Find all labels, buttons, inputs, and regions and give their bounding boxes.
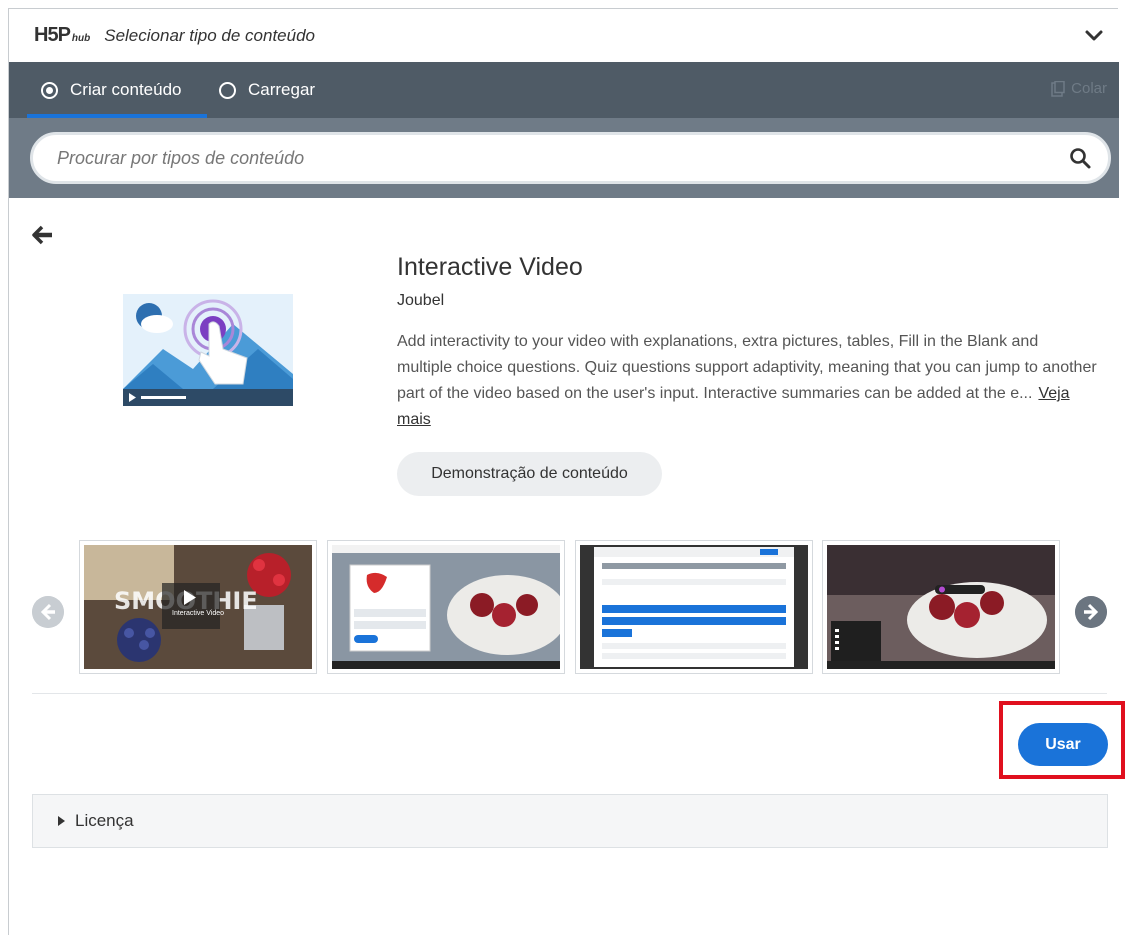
license-label: Licença — [75, 811, 134, 830]
paste-label: Colar — [1071, 80, 1107, 97]
search-icon[interactable] — [1068, 146, 1092, 170]
search-box — [30, 132, 1111, 184]
screenshot-smoothie-video[interactable]: SMOOTHIE Interactive Video — [79, 540, 317, 674]
carousel-next-icon[interactable] — [1075, 596, 1107, 628]
tab-bar: Criar conteúdo Carregar Colar — [9, 62, 1119, 118]
carousel-prev-icon[interactable] — [32, 596, 64, 628]
editor-form-image — [580, 545, 808, 669]
strawberry-question-image — [332, 545, 560, 669]
radio-unchecked-icon — [219, 81, 236, 99]
smoothie-video-image: SMOOTHIE — [84, 545, 312, 669]
screenshot-bookmarks-video[interactable] — [822, 540, 1060, 674]
license-panel[interactable]: Licença — [32, 794, 1108, 848]
tab-create-content-label: Criar conteúdo — [70, 80, 182, 99]
tab-create-content[interactable]: Criar conteúdo — [27, 62, 207, 118]
h5p-hub: H5P hub Selecionar tipo de conteúdo Criar… — [8, 8, 1125, 935]
tab-upload[interactable]: Carregar — [219, 62, 315, 118]
interactive-video-icon — [123, 294, 293, 406]
use-button[interactable]: Usar — [1018, 723, 1108, 766]
hub-title: Selecionar tipo de conteúdo — [104, 25, 315, 45]
content-title: Interactive Video — [397, 253, 583, 281]
tab-upload-label: Carregar — [248, 80, 316, 99]
radio-checked-icon — [41, 81, 58, 99]
content-owner: Joubel — [397, 292, 445, 309]
bookmarks-video-image — [827, 545, 1055, 669]
clipboard-icon — [1051, 80, 1065, 97]
smoothie-overlay-text: Interactive Video — [172, 610, 225, 617]
description-text: Add interactivity to your video with exp… — [397, 333, 1097, 402]
paste-button[interactable]: Colar — [1051, 80, 1107, 97]
caret-right-icon — [58, 816, 65, 826]
content-demo-button[interactable]: Demonstração de conteúdo — [397, 452, 662, 496]
h5p-logo: H5P hub — [34, 24, 91, 46]
screenshot-strawberry-question[interactable] — [327, 540, 565, 674]
content-description: Add interactivity to your video with exp… — [397, 329, 1097, 433]
screenshot-editor-form[interactable] — [575, 540, 813, 674]
search-input[interactable] — [57, 147, 1068, 169]
search-bar — [9, 118, 1119, 198]
divider — [32, 693, 1107, 694]
hub-header[interactable]: H5P hub Selecionar tipo de conteúdo — [9, 9, 1119, 62]
back-arrow-icon[interactable] — [31, 224, 55, 246]
chevron-down-icon[interactable] — [1083, 25, 1105, 45]
